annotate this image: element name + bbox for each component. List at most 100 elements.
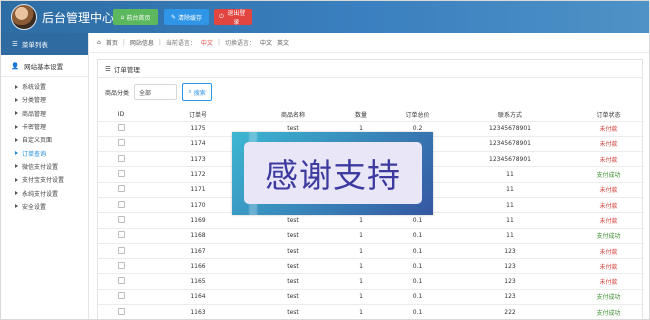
switch-language-prefix: 切换语言： <box>224 40 255 47</box>
row-checkbox[interactable] <box>117 261 125 269</box>
sidebar-item-label: 永纯支付设置 <box>22 190 59 198</box>
sidebar-item-order-query[interactable]: 订单查询 <box>1 146 88 159</box>
sidebar-item-label: 系统设置 <box>22 84 47 92</box>
breadcrumb-site-info[interactable]: 网站信息 <box>130 38 154 47</box>
contact: 12345678901 <box>447 136 573 153</box>
quantity: 1 <box>334 228 388 244</box>
column-header-order-no: 订单号 <box>144 109 252 122</box>
category-filter-label: 商品分类 <box>105 89 130 97</box>
column-header-status: 订单状态 <box>573 109 644 122</box>
thanks-support-card: 感谢支持 <box>244 142 422 204</box>
sidebar-item-alipay[interactable]: 支付宝支付设置 <box>1 173 88 186</box>
contact: 11 <box>447 197 573 214</box>
list-icon: ☰ <box>12 40 18 48</box>
column-header-total-price: 订单总价 <box>388 109 447 122</box>
brush-icon: ✎ <box>170 13 176 21</box>
sidebar-item-label: 安全设置 <box>22 203 47 211</box>
category-select[interactable]: 全部 <box>134 84 178 100</box>
breadcrumb-separator: | <box>217 39 220 46</box>
order-status: 支付成功 <box>573 304 644 319</box>
breadcrumb-home[interactable]: 首页 <box>106 38 118 47</box>
table-row[interactable]: 1165 test 1 0.1 123 未付款 <box>98 273 644 290</box>
row-checkbox[interactable] <box>117 139 125 147</box>
contact: 11 <box>447 228 573 244</box>
site-settings-group[interactable]: 👤 网站基本设置 <box>1 55 88 77</box>
triangle-icon <box>15 151 18 156</box>
sidebar-item-custom-page[interactable]: 自定义页面 <box>1 133 88 146</box>
breadcrumb-separator: | <box>158 39 161 46</box>
product-name: test <box>252 258 334 275</box>
row-checkbox[interactable] <box>117 185 125 193</box>
sidebar-item-label: 分类管理 <box>22 97 47 105</box>
table-row[interactable]: 1163 test 1 0.1 222 支付成功 <box>98 304 644 319</box>
contact: 123 <box>447 258 573 275</box>
row-checkbox[interactable] <box>117 231 125 239</box>
panel-title: 订单管理 <box>113 65 140 74</box>
sidebar-item-card-management[interactable]: 卡密管理 <box>1 120 88 133</box>
order-number: 1165 <box>144 273 252 290</box>
order-status: 未付款 <box>573 121 644 137</box>
order-status: 未付款 <box>573 243 644 260</box>
total-price: 0.1 <box>388 304 447 319</box>
clear-cache-button[interactable]: ✎ 清除缓存 <box>164 9 209 25</box>
search-button[interactable]: ⌕ 搜索 <box>182 83 213 101</box>
sidebar-menu: 系统设置 分类管理 商品管理 卡密管理 自定义页面 订单查询 微信支付设置 支付… <box>1 77 88 213</box>
table-row[interactable]: 1164 test 1 0.1 123 支付成功 <box>98 289 644 306</box>
column-header-id: ID <box>98 109 144 122</box>
sidebar-item-product-management[interactable]: 商品管理 <box>1 107 88 120</box>
contact: 123 <box>447 273 573 290</box>
front-home-button[interactable]: ⌂ 前台首页 <box>113 9 158 25</box>
contact: 123 <box>447 243 573 260</box>
quantity: 1 <box>334 289 388 306</box>
triangle-icon <box>15 84 18 89</box>
row-checkbox[interactable] <box>117 307 125 315</box>
total-price: 0.1 <box>388 212 447 229</box>
sidebar-item-category-management[interactable]: 分类管理 <box>1 93 88 106</box>
row-checkbox[interactable] <box>117 170 125 178</box>
current-language: 中文 <box>200 40 213 47</box>
table-row[interactable]: 1168 test 1 0.1 11 支付成功 <box>98 228 644 244</box>
row-checkbox[interactable] <box>117 124 125 132</box>
product-name: test <box>252 228 334 244</box>
row-checkbox[interactable] <box>117 200 125 208</box>
table-row[interactable]: 1166 test 1 0.1 123 未付款 <box>98 258 644 275</box>
sidebar-item-yongchun-pay[interactable]: 永纯支付设置 <box>1 186 88 199</box>
row-checkbox[interactable] <box>117 277 125 285</box>
home-icon: ⌂ <box>97 39 101 46</box>
table-row[interactable]: 1167 test 1 0.1 123 未付款 <box>98 243 644 260</box>
triangle-icon <box>15 191 18 196</box>
order-number: 1166 <box>144 258 252 275</box>
switch-language-english[interactable]: 英文 <box>277 38 289 47</box>
order-status: 未付款 <box>573 197 644 214</box>
breadcrumb: ⌂ 首页 | 网站信息 | 当前语言： 中文 | 切换语言： 中文 英文 <box>90 33 649 53</box>
table-header-row: ID 订单号 商品名称 数量 订单总价 联系方式 订单状态 <box>98 109 644 122</box>
quantity: 1 <box>334 258 388 275</box>
search-icon: ⌕ <box>188 88 192 95</box>
triangle-icon <box>15 164 18 169</box>
current-language-prefix: 当前语言： <box>165 40 196 47</box>
row-checkbox[interactable] <box>117 292 125 300</box>
triangle-icon <box>15 111 18 116</box>
row-checkbox[interactable] <box>117 246 125 254</box>
filter-bar: 商品分类 全部 ⌕ 搜索 <box>98 78 642 106</box>
logout-button[interactable]: ⏻ 退出登录 <box>214 9 252 26</box>
order-status: 支付成功 <box>573 289 644 306</box>
sidebar-item-security[interactable]: 安全设置 <box>1 200 88 213</box>
total-price: 0.1 <box>388 228 447 244</box>
total-price: 0.1 <box>388 243 447 260</box>
order-status: 未付款 <box>573 273 644 290</box>
row-checkbox[interactable] <box>117 154 125 162</box>
logout-label: 退出登录 <box>227 10 246 26</box>
sidebar-item-label: 商品管理 <box>22 110 47 118</box>
table-row[interactable]: 1169 test 1 0.1 11 未付款 <box>98 212 644 229</box>
triangle-icon <box>15 177 18 182</box>
switch-language-chinese[interactable]: 中文 <box>260 38 272 47</box>
sidebar-item-wechat-pay[interactable]: 微信支付设置 <box>1 160 88 173</box>
total-price: 0.1 <box>388 273 447 290</box>
total-price: 0.1 <box>388 258 447 275</box>
quantity: 1 <box>334 273 388 290</box>
contact: 12345678901 <box>447 121 573 137</box>
home-icon: ⌂ <box>120 13 125 21</box>
row-checkbox[interactable] <box>117 215 125 223</box>
sidebar-item-system-settings[interactable]: 系统设置 <box>1 80 88 93</box>
